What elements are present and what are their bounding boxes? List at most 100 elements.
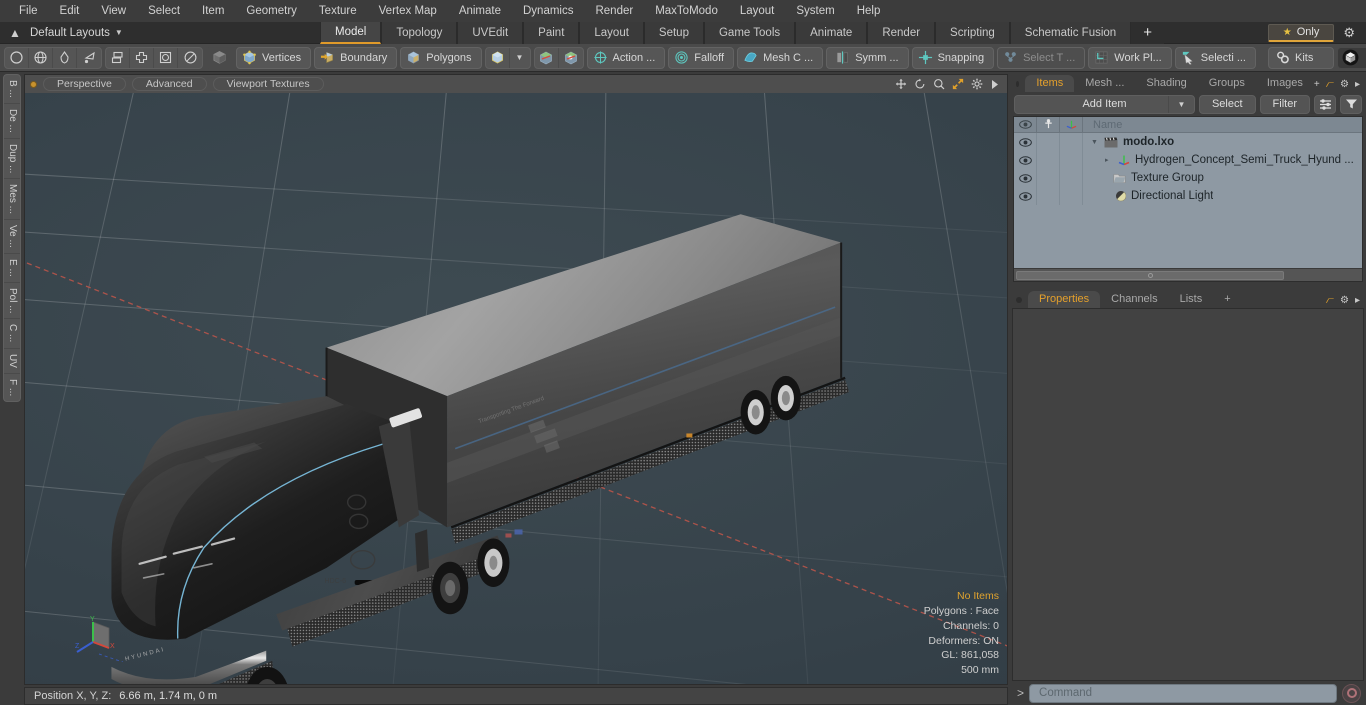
add-panel-tab-button[interactable]: + <box>1314 79 1320 90</box>
snapping-button[interactable]: Snapping <box>911 46 995 69</box>
element-move-icon[interactable] <box>106 47 130 68</box>
panel-tab-groups[interactable]: Groups <box>1198 75 1256 92</box>
tree-item-texture-group[interactable]: Texture Group <box>1083 172 1204 184</box>
menu-item-render[interactable]: Render <box>584 0 644 22</box>
layout-selector[interactable]: Default Layouts ▼ <box>30 27 123 39</box>
item-tree-scrollbar[interactable] <box>1014 268 1362 281</box>
viewport-textures-button[interactable]: Viewport Textures <box>212 77 324 91</box>
viewport-view-mode-button[interactable]: Perspective <box>43 77 126 91</box>
filter-funnel-icon[interactable] <box>1340 94 1362 114</box>
rail-tab-fusion[interactable]: F ... <box>4 374 20 401</box>
layout-tab-render[interactable]: Render <box>867 21 936 44</box>
action-center-button[interactable]: Action ... <box>586 46 666 69</box>
table-row[interactable]: ▼ modo.lxo <box>1014 133 1362 151</box>
rail-tab-uv[interactable]: UV <box>4 349 20 374</box>
pen-tool-icon[interactable] <box>53 47 77 68</box>
tree-item-directional-light[interactable]: Directional Light <box>1083 190 1213 202</box>
viewport-shading-button[interactable]: Advanced <box>131 77 207 91</box>
menu-item-file[interactable]: File <box>8 0 49 22</box>
menu-item-animate[interactable]: Animate <box>448 0 512 22</box>
viewport-settings-icon[interactable] <box>971 78 983 90</box>
boundary-mode-button[interactable]: Boundary <box>314 46 398 69</box>
tree-item-mesh[interactable]: ▸ Hydrogen_Concept_Semi_Truck_Hyund ... <box>1083 154 1354 166</box>
falloff-button[interactable]: Falloff <box>668 46 735 69</box>
selection-cube-icon[interactable] <box>486 47 510 68</box>
rail-tab-vertex[interactable]: Ve ... <box>4 220 20 254</box>
element-box-icon[interactable] <box>154 47 178 68</box>
rotate-icon[interactable] <box>914 78 926 90</box>
panel-tab-mesh[interactable]: Mesh ... <box>1074 75 1135 92</box>
kits-button[interactable]: Kits <box>1268 46 1335 69</box>
table-row[interactable]: Texture Group <box>1014 169 1362 187</box>
command-input[interactable]: Command <box>1029 683 1337 703</box>
mesh-constraint-button[interactable]: Mesh C ... <box>737 46 824 69</box>
panel-menu-arrow-icon[interactable]: ▸ <box>1355 79 1360 90</box>
chevron-down-icon[interactable]: ▼ <box>510 48 530 68</box>
menu-item-select[interactable]: Select <box>137 0 191 22</box>
properties-menu-dot-icon[interactable] <box>1016 297 1022 303</box>
row-visibility-toggle[interactable] <box>1014 169 1037 187</box>
menu-item-edit[interactable]: Edit <box>49 0 91 22</box>
menu-item-vertex-map[interactable]: Vertex Map <box>368 0 448 22</box>
circle-select-icon[interactable] <box>5 47 29 68</box>
rail-tab-curve[interactable]: C ... <box>4 319 20 349</box>
globe-falloff-icon[interactable] <box>29 47 53 68</box>
selection-sets-button[interactable]: Selecti ... <box>1174 46 1256 69</box>
layout-tab-topology[interactable]: Topology <box>381 21 458 44</box>
row-visibility-toggle[interactable] <box>1014 187 1037 205</box>
layout-tab-game-tools[interactable]: Game Tools <box>703 21 796 44</box>
properties-gear-icon[interactable]: ⚙ <box>1340 295 1349 306</box>
viewport-menu-arrow-icon[interactable] <box>990 79 999 90</box>
axis-white-icon[interactable] <box>559 48 583 68</box>
gear-icon[interactable]: ⚙ <box>1338 25 1360 41</box>
chevron-down-icon[interactable]: ▼ <box>1167 95 1194 113</box>
vertices-mode-button[interactable]: Vertices <box>236 46 312 69</box>
zoom-icon[interactable] <box>933 78 945 90</box>
3d-viewport[interactable]: Transporting The Forward HDC-6 HYUNDAI Y… <box>25 93 1007 684</box>
list-options-icon[interactable] <box>1314 94 1336 114</box>
only-toggle-button[interactable]: ★ Only <box>1267 23 1335 42</box>
rail-tab-duplicate[interactable]: Dup ... <box>4 139 20 180</box>
menu-item-view[interactable]: View <box>90 0 137 22</box>
chevron-right-icon[interactable]: ▸ <box>1105 156 1113 164</box>
layout-tab-setup[interactable]: Setup <box>643 21 704 44</box>
panel-gear-icon[interactable]: ⚙ <box>1340 79 1349 90</box>
row-visibility-toggle[interactable] <box>1014 151 1037 169</box>
command-record-icon[interactable] <box>1342 683 1361 703</box>
symmetry-button[interactable]: Symm ... <box>826 46 909 69</box>
table-row[interactable]: ▸ Hydrogen_Concept_Semi_Truck_Hyund ... <box>1014 151 1362 169</box>
rail-tab-edge[interactable]: E ... <box>4 254 20 283</box>
filter-button[interactable]: Filter <box>1259 94 1310 114</box>
rail-tab-polygon[interactable]: Pol ... <box>4 283 20 320</box>
rail-tab-basic[interactable]: B ... <box>4 75 20 104</box>
panel-tab-items[interactable]: Items <box>1025 75 1075 92</box>
tree-item-scene[interactable]: ▼ modo.lxo <box>1083 136 1174 148</box>
panel-expand-icon[interactable]: ⦧ <box>1326 79 1334 90</box>
add-layout-tab-button[interactable]: + <box>1131 21 1164 44</box>
rail-tab-deform[interactable]: De ... <box>4 104 20 139</box>
viewport-menu-dot-icon[interactable] <box>30 80 37 88</box>
layout-tab-animate[interactable]: Animate <box>795 21 868 44</box>
pan-icon[interactable] <box>895 78 907 90</box>
add-item-button[interactable]: Add Item ▼ <box>1014 94 1195 114</box>
menu-item-texture[interactable]: Texture <box>308 0 368 22</box>
properties-expand-icon[interactable]: ⦧ <box>1326 295 1334 306</box>
row-visibility-toggle[interactable] <box>1014 133 1037 151</box>
layout-tab-scripting[interactable]: Scripting <box>935 21 1010 44</box>
layout-tab-layout[interactable]: Layout <box>579 21 644 44</box>
menu-item-layout[interactable]: Layout <box>729 0 786 22</box>
fit-icon[interactable] <box>952 78 964 90</box>
element-center-icon[interactable] <box>130 47 154 68</box>
properties-tab-channels[interactable]: Channels <box>1100 291 1168 308</box>
item-tree[interactable]: Name ▼ modo.lxo ▸ Hydrogen_Concept_Semi_… <box>1013 116 1363 282</box>
work-plane-button[interactable]: Work Pl... <box>1088 46 1172 69</box>
rail-tab-mesh[interactable]: Mes ... <box>4 179 20 221</box>
menu-item-help[interactable]: Help <box>846 0 892 22</box>
select-button[interactable]: Select <box>1198 94 1256 114</box>
layout-tab-uvedit[interactable]: UVEdit <box>457 21 524 44</box>
menu-item-dynamics[interactable]: Dynamics <box>512 0 584 22</box>
select-through-button[interactable]: Select T ... <box>997 46 1086 69</box>
properties-menu-arrow-icon[interactable]: ▸ <box>1355 295 1360 306</box>
panel-tab-shading[interactable]: Shading <box>1135 75 1197 92</box>
add-properties-tab-button[interactable]: + <box>1213 291 1241 308</box>
